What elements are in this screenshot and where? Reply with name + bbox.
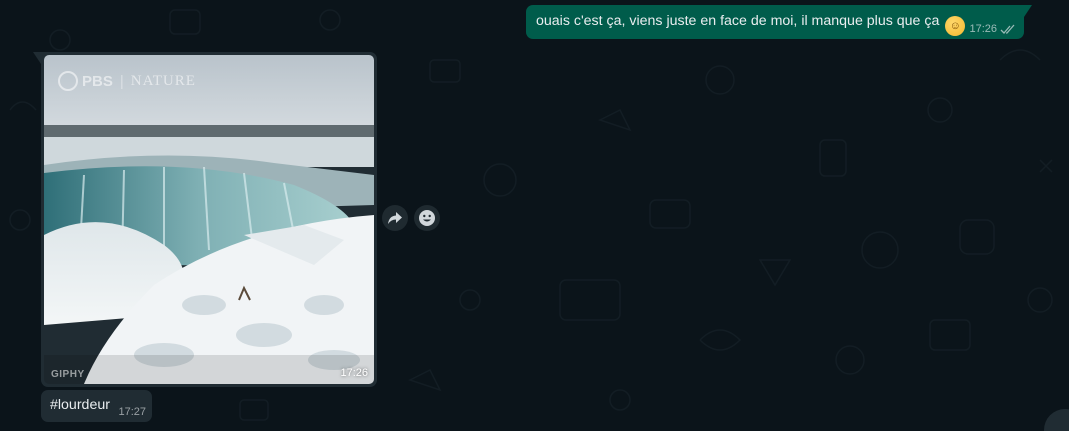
outgoing-message-text: ouais c'est ça, viens juste en face de m…	[536, 13, 966, 36]
pbs-logo-icon	[58, 71, 78, 91]
watermark-separator: |	[119, 72, 124, 90]
watermark-show: NATURE	[130, 72, 196, 89]
forward-button[interactable]	[382, 205, 408, 231]
outgoing-message-bubble[interactable]: ouais c'est ça, viens juste en face de m…	[526, 5, 1032, 39]
chat-panel: ouais c'est ça, viens juste en face de m…	[0, 0, 1069, 431]
outgoing-message-body: ouais c'est ça, viens juste en face de m…	[536, 13, 940, 29]
incoming-text-bubble[interactable]: #lourdeur 17:27	[41, 390, 152, 422]
hugging-face-icon: ☺	[945, 16, 966, 36]
frozen-waterfall-image	[44, 55, 374, 384]
message-hover-actions	[382, 205, 440, 231]
forward-icon	[388, 212, 402, 224]
gif-media[interactable]: PBS | NATURE GIPHY 17:26	[44, 55, 374, 384]
smiley-icon	[419, 210, 435, 226]
incoming-message-text: #lourdeur	[50, 397, 110, 413]
react-button[interactable]	[414, 205, 440, 231]
watermark-brand: PBS	[82, 72, 113, 90]
incoming-gif-bubble[interactable]: PBS | NATURE GIPHY 17:26	[33, 52, 377, 387]
gif-message-time: 17:26	[340, 367, 368, 379]
outgoing-message-time: 17:26	[969, 23, 997, 35]
gif-watermark: PBS | NATURE	[58, 71, 196, 91]
giphy-label: GIPHY	[51, 369, 85, 380]
double-check-icon	[1000, 24, 1015, 34]
outgoing-message-meta: 17:26	[969, 23, 1016, 35]
incoming-message-time: 17:27	[118, 406, 146, 418]
